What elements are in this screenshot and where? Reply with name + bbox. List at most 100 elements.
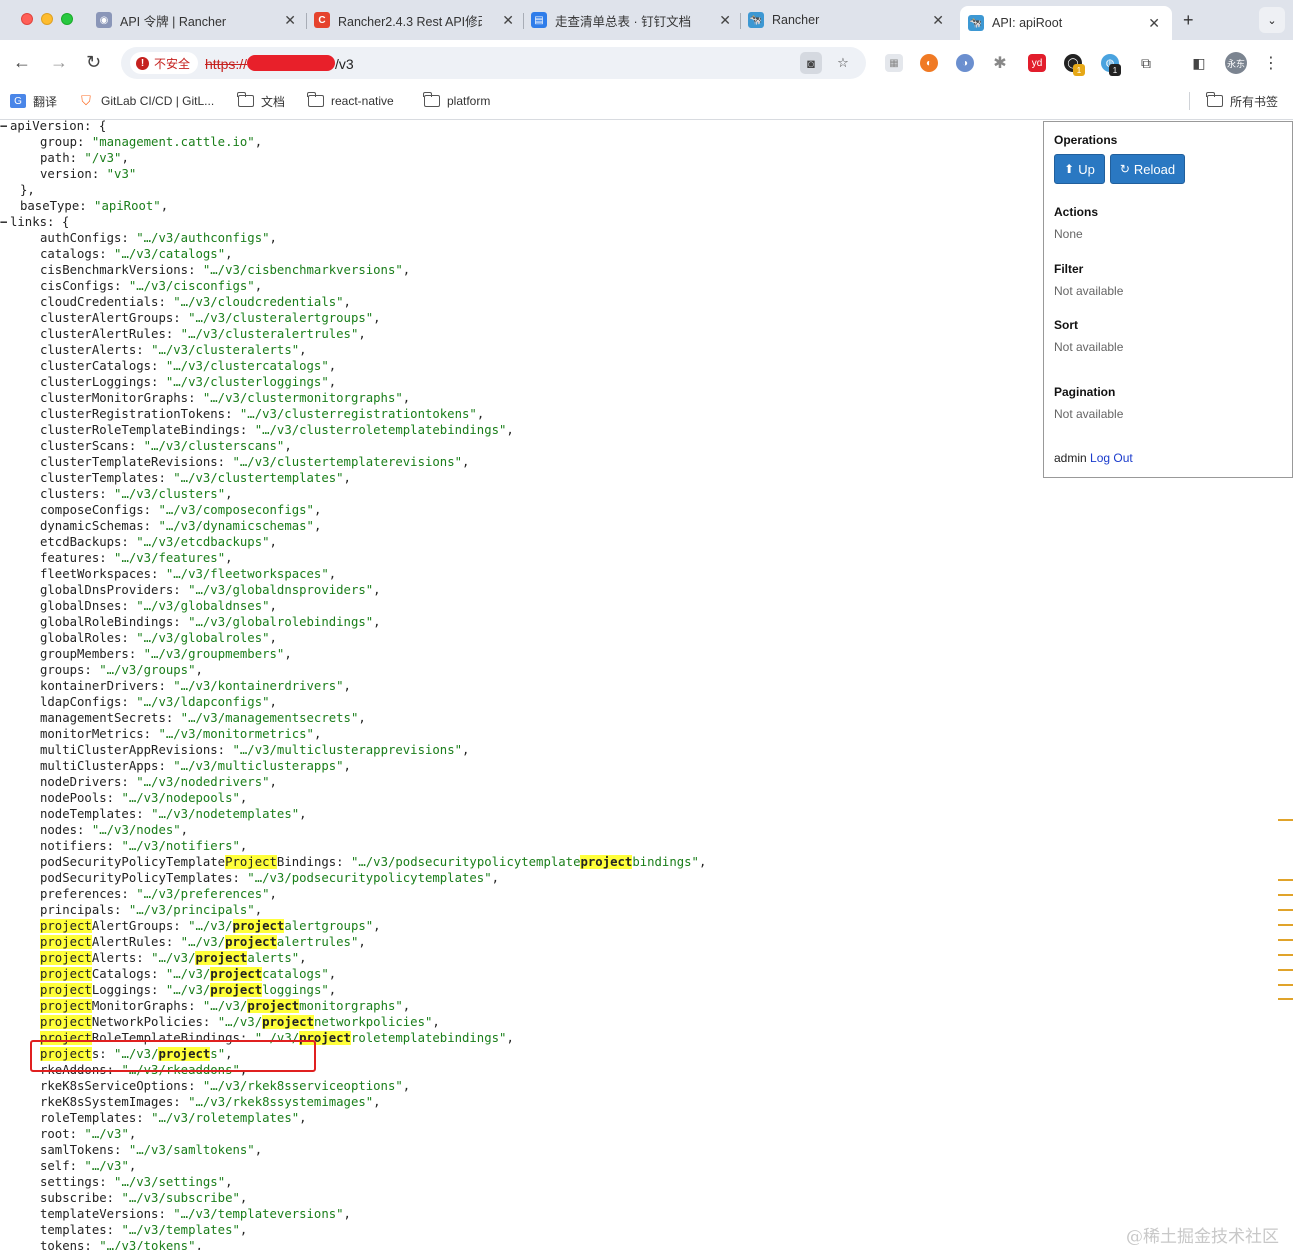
json-key: , [402,263,411,277]
new-tab-button[interactable]: + [1183,10,1194,31]
json-string: "management.cattle.io" [91,135,255,149]
youdao-extension-icon[interactable]: yd [1028,54,1046,72]
json-key: rkeK8sSystemImages: [40,1095,189,1109]
maximize-window-button[interactable] [61,13,73,25]
bookmark-star-icon[interactable]: ☆ [832,52,854,74]
json-key: globalRoleBindings: [40,615,189,629]
json-key: , [328,967,337,981]
side-panel-icon[interactable]: ◧ [1190,54,1208,72]
search-match-marker [1278,954,1293,956]
back-button[interactable]: ← [13,52,31,73]
extensions-puzzle-icon[interactable]: ⧉ [1137,54,1155,72]
json-line: root: "…/v3", [0,1126,1040,1142]
json-line: templates: "…/v3/templates", [0,1222,1040,1238]
close-tab-icon[interactable]: ✕ [1148,15,1160,32]
extension-icon[interactable]: ✱ [991,54,1009,72]
bookmark-label: 翻译 [33,94,58,109]
json-string: catalogs" [262,967,329,981]
security-indicator[interactable]: ! 不安全 [130,52,199,74]
json-key: , [284,647,292,661]
bookmark-label: react-native [331,94,394,108]
extension-icon[interactable]: ◐ [920,54,938,72]
url-path: /v3 [335,56,354,72]
json-key: globalRoles: [40,631,137,645]
filter-value: Not available [1054,284,1124,298]
menu-icon[interactable]: ⋮ [1262,54,1280,72]
json-line: preferences: "…/v3/preferences", [0,886,1040,902]
close-tab-icon[interactable]: ✕ [502,12,514,29]
json-key: , [160,199,169,213]
up-button[interactable]: ⬆ Up [1054,154,1105,184]
collapse-toggle-icon[interactable]: − [0,118,10,134]
json-line: subscribe: "…/v3/subscribe", [0,1190,1040,1206]
json-string: "…/v3/settings" [114,1175,226,1189]
json-line: }, [0,182,1040,198]
json-line: − links: { [0,214,1040,230]
extension-icon[interactable]: ◑ [956,54,974,72]
tab-divider [523,13,524,29]
tab-dingtalk-doc[interactable]: ▤ 走查清单总表 · 钉钉文档 ✕ [531,6,739,34]
json-line: path: "/v3", [0,150,1040,166]
json-key: Catalogs: [91,967,166,981]
json-key: , [476,407,485,421]
extension-icon[interactable]: ▦ [885,54,903,72]
json-line: projectCatalogs: "…/v3/projectcatalogs", [0,966,1040,982]
url-text[interactable]: https:// /v3 [205,55,354,72]
json-key: , [299,951,307,965]
json-key: templateVersions: [40,1207,174,1221]
logout-link[interactable]: Log Out [1090,451,1133,465]
bookmark-folder-docs[interactable]: 文档 [237,92,285,110]
json-key: , [269,631,277,645]
json-line: projectAlerts: "…/v3/projectalerts", [0,950,1040,966]
json-line: podSecurityPolicyTemplates: "…/v3/podsec… [0,870,1040,886]
json-string: "…/v3/multiclusterapps" [173,759,344,773]
search-highlight: project [580,855,633,869]
collapse-toggle-icon[interactable]: − [0,214,10,230]
reload-button[interactable]: ↻ [86,52,101,73]
json-key: nodeDrivers: [40,775,137,789]
json-string: "…/v3/clustertemplaterevisions" [232,455,463,469]
tab-api-root[interactable]: 🐄 API: apiRoot ✕ [960,6,1172,40]
json-string: "…/v3/groups" [99,663,196,677]
json-string: loggings" [262,983,329,997]
bookmark-gitlab[interactable]: ⛉ GitLab CI/CD | GitL... [78,92,214,110]
close-tab-icon[interactable]: ✕ [284,12,296,29]
bookmark-label: GitLab CI/CD | GitL... [101,94,215,108]
tab-search-button[interactable]: ⌄ [1259,7,1285,33]
close-window-button[interactable] [21,13,33,25]
bookmark-folder-platform[interactable]: platform [423,92,490,110]
search-highlight: project [40,999,92,1013]
json-key: , [373,583,381,597]
profile-avatar[interactable]: 永东 [1225,52,1247,74]
reader-mode-icon[interactable]: ◙ [800,52,822,74]
close-tab-icon[interactable]: ✕ [932,12,944,29]
json-key: nodePools: [40,791,122,805]
json-key: , [299,807,307,821]
bookmark-folder-react-native[interactable]: react-native [307,92,394,110]
all-bookmarks-button[interactable]: 所有书签 [1206,92,1278,110]
json-key: , [254,135,263,149]
security-label: 不安全 [154,56,191,71]
close-tab-icon[interactable]: ✕ [719,12,731,29]
tab-api-token[interactable]: ◉ API 令牌 | Rancher ✕ [96,6,304,34]
json-key: clusterAlerts: [40,343,152,357]
json-line: principals: "…/v3/principals", [0,902,1040,918]
json-key: multiClusterAppRevisions: [40,743,233,757]
forward-button[interactable]: → [50,52,68,73]
minimize-window-button[interactable] [41,13,53,25]
json-key: , [343,759,351,773]
tab-rest-api[interactable]: C Rancher2.4.3 Rest API修改 ✕ [314,6,522,34]
json-string: bindings" [632,855,699,869]
json-string: "…/v3/globalroles" [136,631,270,645]
json-string: "…/v3/ [151,951,196,965]
json-key: , [254,903,263,917]
json-string: "…/v3/managementsecrets" [180,711,359,725]
json-line: nodeDrivers: "…/v3/nodedrivers", [0,774,1040,790]
json-key: baseType: [20,199,95,213]
tab-rancher[interactable]: 🐄 Rancher ✕ [748,6,952,34]
json-key: group: [40,135,92,149]
bookmark-translate[interactable]: G 翻译 [10,92,57,110]
json-key: version: [40,167,107,181]
reload-data-button[interactable]: ↻ Reload [1110,154,1185,184]
json-key: , [225,487,233,501]
